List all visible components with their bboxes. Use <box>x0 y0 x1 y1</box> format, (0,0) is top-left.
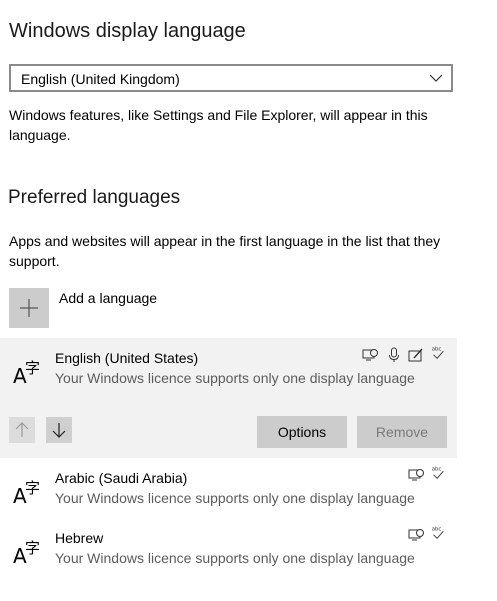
display-language-icon <box>408 529 424 541</box>
plus-icon <box>20 299 38 317</box>
handwriting-icon <box>408 348 423 362</box>
language-name: Arabic (Saudi Arabia) <box>55 470 188 486</box>
spell-check-icon: abc <box>432 526 444 539</box>
arrow-down-icon <box>52 423 66 438</box>
language-note: Your Windows licence supports only one d… <box>55 490 415 506</box>
language-note: Your Windows licence supports only one d… <box>55 370 415 386</box>
language-name: Hebrew <box>55 530 104 546</box>
move-down-button[interactable] <box>46 417 72 443</box>
display-language-icon <box>362 349 378 361</box>
display-language-description: Windows features, like Settings and File… <box>9 107 428 143</box>
language-item-english-us[interactable]: A 字 English (United States) Your Windows… <box>0 338 457 458</box>
move-up-button[interactable] <box>9 417 35 443</box>
svg-text:abc: abc <box>432 466 442 472</box>
language-name: English (United States) <box>55 350 199 366</box>
language-icon: A 字 <box>13 479 40 508</box>
svg-text:字: 字 <box>25 479 40 497</box>
svg-text:abc: abc <box>432 346 442 352</box>
add-language-label[interactable]: Add a language <box>59 290 157 306</box>
svg-text:字: 字 <box>25 359 40 377</box>
spell-check-icon: abc <box>432 346 444 359</box>
preferred-languages-description: Apps and websites will appear in the fir… <box>9 233 441 269</box>
display-language-value: English (United Kingdom) <box>21 71 180 87</box>
display-language-heading: Windows display language <box>9 20 246 42</box>
display-language-icon <box>408 469 424 481</box>
display-language-dropdown[interactable]: English (United Kingdom) <box>9 64 453 92</box>
svg-text:abc: abc <box>432 526 442 532</box>
language-icon: A 字 <box>13 359 40 388</box>
language-note: Your Windows licence supports only one d… <box>55 550 415 566</box>
arrow-up-icon <box>15 422 29 437</box>
remove-button[interactable]: Remove <box>357 416 447 448</box>
options-button[interactable]: Options <box>257 416 347 448</box>
add-language-button[interactable] <box>9 288 49 328</box>
language-item-hebrew[interactable]: A 字 Hebrew Your Windows licence supports… <box>0 518 457 578</box>
language-icon: A 字 <box>13 539 40 568</box>
speech-icon <box>389 347 399 362</box>
language-item-arabic[interactable]: A 字 Arabic (Saudi Arabia) Your Windows l… <box>0 458 457 518</box>
svg-text:字: 字 <box>25 539 40 557</box>
chevron-down-icon <box>429 74 443 82</box>
preferred-languages-heading: Preferred languages <box>8 187 181 208</box>
spell-check-icon: abc <box>432 466 444 479</box>
